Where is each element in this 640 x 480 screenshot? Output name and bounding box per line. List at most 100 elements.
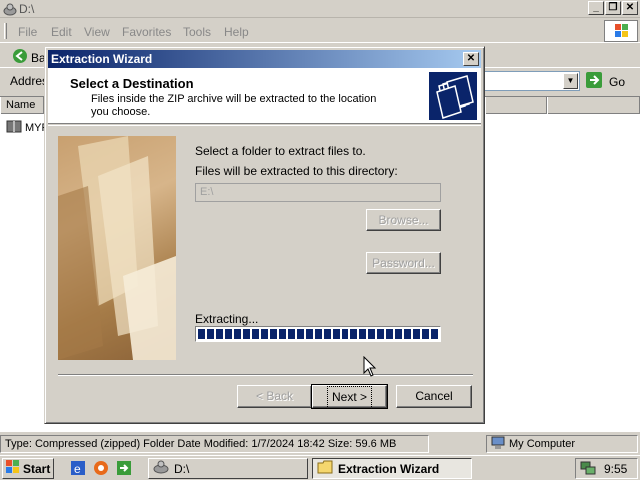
dialog-heading: Select a Destination xyxy=(70,76,194,91)
directory-label: Files will be extracted to this director… xyxy=(195,164,398,178)
clock[interactable]: 9:55 xyxy=(604,462,627,476)
go-button[interactable]: Go xyxy=(585,71,625,92)
browser-quicklaunch-icon[interactable] xyxy=(93,460,109,476)
progress-chunk xyxy=(332,329,340,339)
taskbar: Start e D:\ Extraction Wizard 9:55 xyxy=(0,455,640,480)
dialog-title-bar[interactable]: Extraction Wizard ✕ xyxy=(48,50,481,68)
status-bar: Type: Compressed (zipped) Folder Date Mo… xyxy=(0,433,640,454)
progress-chunk xyxy=(341,329,349,339)
next-button[interactable]: Next > xyxy=(311,384,388,409)
cancel-button[interactable]: Cancel xyxy=(396,385,472,408)
minimize-button[interactable]: _ xyxy=(588,1,604,15)
progress-chunk xyxy=(224,329,232,339)
menu-help[interactable]: Help xyxy=(224,25,249,39)
back-wizard-button[interactable]: < Back xyxy=(237,385,312,408)
extraction-progress-bar xyxy=(195,326,441,342)
drive-icon xyxy=(153,459,169,478)
explorer-title-bar[interactable]: D:\ _ ❐ ✕ xyxy=(0,0,640,18)
dialog-header: Select a Destination Files inside the ZI… xyxy=(48,68,481,124)
progress-chunk xyxy=(251,329,259,339)
dialog-title: Extraction Wizard xyxy=(51,52,153,66)
folders-icon xyxy=(429,72,477,120)
progress-chunk xyxy=(323,329,331,339)
windows-logo-icon xyxy=(604,20,638,42)
progress-chunk xyxy=(350,329,358,339)
progress-chunk xyxy=(206,329,214,339)
progress-chunk xyxy=(305,329,313,339)
my-computer-icon xyxy=(491,436,505,452)
status-details: Type: Compressed (zipped) Folder Date Mo… xyxy=(0,435,429,453)
progress-chunk xyxy=(242,329,250,339)
taskbar-button-wizard[interactable]: Extraction Wizard xyxy=(312,458,472,479)
menu-file[interactable]: File xyxy=(18,25,37,39)
svg-text:e: e xyxy=(74,462,81,476)
progress-chunk xyxy=(269,329,277,339)
progress-chunk xyxy=(413,329,421,339)
dialog-subheading: Files inside the ZIP archive will be ext… xyxy=(91,93,377,118)
taskbar-button-explorer[interactable]: D:\ xyxy=(148,458,308,479)
start-label: Start xyxy=(23,461,51,476)
progress-chunk xyxy=(377,329,385,339)
progress-chunk xyxy=(215,329,223,339)
menu-edit[interactable]: Edit xyxy=(51,25,72,39)
address-input[interactable]: ▼ xyxy=(478,71,580,91)
wizard-side-image xyxy=(58,136,176,360)
progress-chunk xyxy=(359,329,367,339)
progress-chunk xyxy=(287,329,295,339)
system-tray: 9:55 xyxy=(575,458,638,479)
status-zone: My Computer xyxy=(486,435,638,453)
instruction-text: Select a folder to extract files to. xyxy=(195,144,366,158)
progress-chunk xyxy=(278,329,286,339)
progress-chunk xyxy=(431,329,439,339)
zip-folder-icon xyxy=(6,119,22,136)
dialog-close-button[interactable]: ✕ xyxy=(463,52,479,66)
ie-quicklaunch-icon[interactable]: e xyxy=(70,460,86,476)
progress-chunk xyxy=(404,329,412,339)
column-header-cell[interactable] xyxy=(547,97,640,114)
status-zone-label: My Computer xyxy=(509,438,576,450)
back-arrow-icon xyxy=(12,48,28,67)
network-tray-icon[interactable] xyxy=(580,459,596,478)
browse-button[interactable]: Browse... xyxy=(366,209,441,231)
go-label: Go xyxy=(609,74,626,89)
button-divider xyxy=(58,374,473,376)
mouse-pointer-icon xyxy=(363,355,379,378)
go-arrow-icon xyxy=(585,71,603,92)
progress-chunk xyxy=(198,329,205,339)
progress-chunk xyxy=(395,329,403,339)
folder-icon xyxy=(317,460,333,477)
start-button[interactable]: Start xyxy=(2,458,54,479)
progress-chunk xyxy=(296,329,304,339)
column-header-cell[interactable] xyxy=(485,97,547,114)
progress-chunk xyxy=(233,329,241,339)
header-divider xyxy=(48,125,481,126)
password-button[interactable]: Password... xyxy=(366,252,441,274)
extracting-label: Extracting... xyxy=(195,312,259,326)
green-arrow-quicklaunch-icon[interactable] xyxy=(116,460,132,476)
close-window-button[interactable]: ✕ xyxy=(622,1,638,15)
address-dropdown-button[interactable]: ▼ xyxy=(563,73,578,89)
column-name[interactable]: Name xyxy=(0,97,44,114)
windows-flag-icon xyxy=(6,460,20,477)
menu-bar: File Edit View Favorites Tools Help xyxy=(0,19,640,43)
explorer-title: D:\ xyxy=(19,2,35,16)
next-label: Next > xyxy=(326,386,372,409)
back-button[interactable]: Ba xyxy=(12,48,46,67)
restore-button[interactable]: ❐ xyxy=(605,1,621,15)
menu-favorites[interactable]: Favorites xyxy=(122,25,171,39)
task-label: D:\ xyxy=(174,461,190,476)
progress-chunk xyxy=(260,329,268,339)
menu-tools[interactable]: Tools xyxy=(183,25,211,39)
extraction-wizard-dialog: Extraction Wizard ✕ Select a Destination… xyxy=(44,46,485,424)
menu-grip xyxy=(4,23,7,39)
task-label: Extraction Wizard xyxy=(338,461,440,476)
drive-icon xyxy=(3,2,17,16)
progress-chunk xyxy=(314,329,322,339)
progress-chunk xyxy=(368,329,376,339)
progress-chunk xyxy=(386,329,394,339)
progress-chunk xyxy=(422,329,430,339)
menu-view[interactable]: View xyxy=(84,25,110,39)
list-item[interactable]: MYP xyxy=(6,119,49,136)
directory-input[interactable]: E:\ xyxy=(195,183,441,202)
address-label: Addres xyxy=(10,74,49,88)
